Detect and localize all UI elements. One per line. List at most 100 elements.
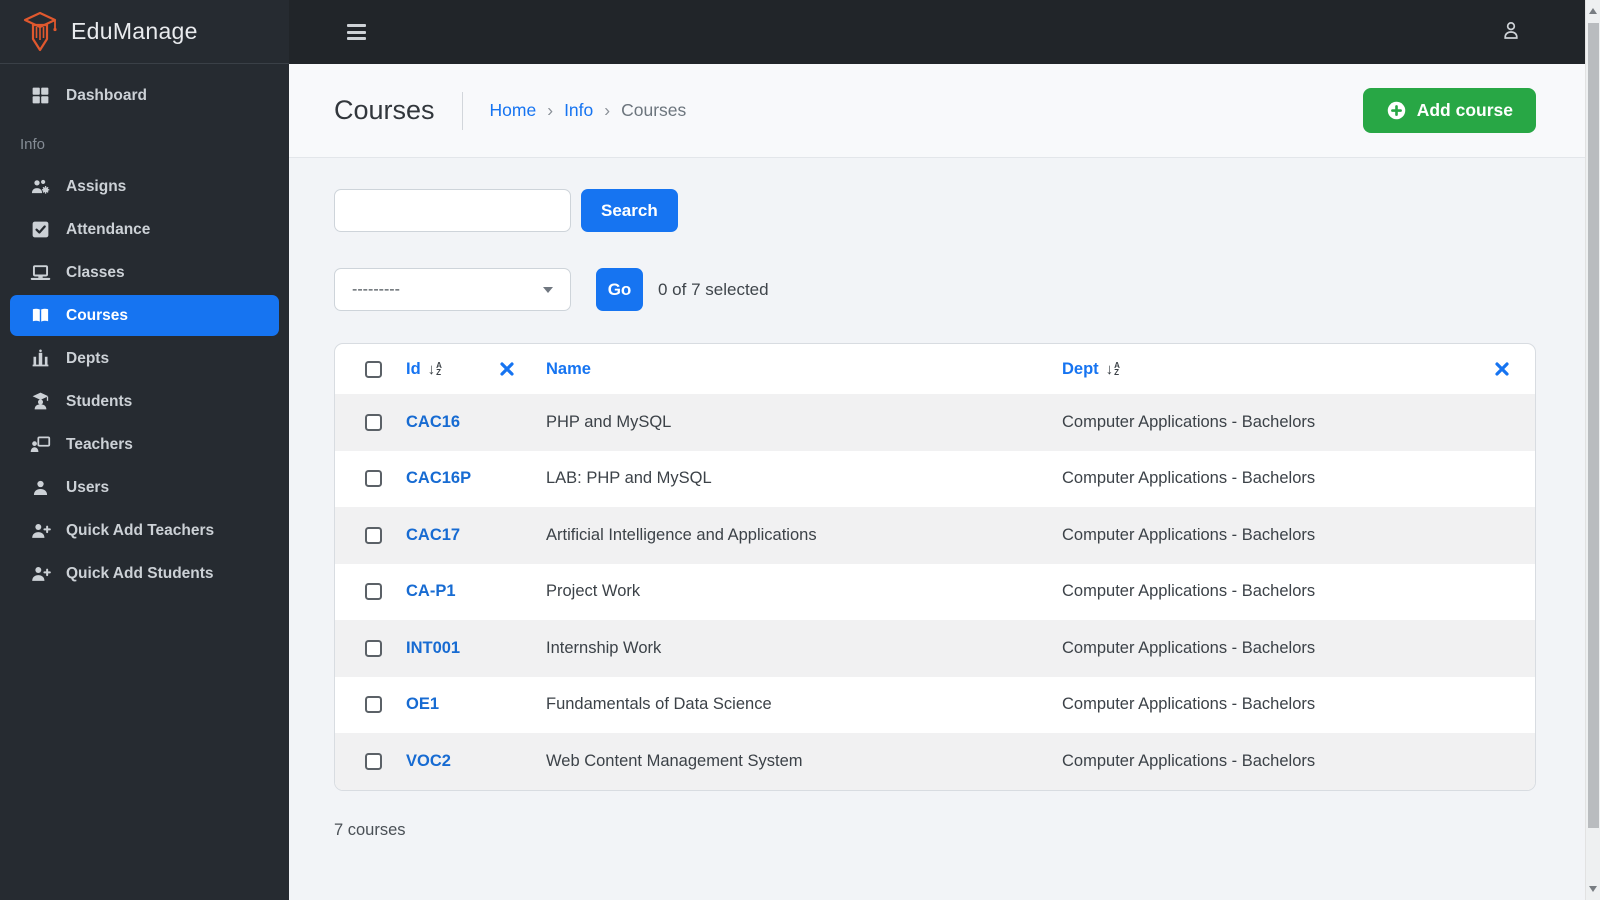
page-header: Courses Home › Info › Courses Add course: [289, 64, 1585, 158]
course-name: LAB: PHP and MySQL: [546, 469, 712, 488]
course-dept: Computer Applications - Bachelors: [1062, 751, 1316, 770]
sidebar-toggle-hamburger-icon[interactable]: [347, 24, 366, 40]
breadcrumb-separator: ›: [604, 100, 611, 120]
row-checkbox[interactable]: [365, 526, 382, 544]
course-id-link[interactable]: VOC2: [406, 752, 500, 771]
course-id-link[interactable]: CAC16P: [406, 469, 500, 488]
select-all-checkbox[interactable]: [365, 360, 382, 378]
presenter-icon: [30, 436, 51, 453]
user-menu[interactable]: [1499, 18, 1523, 47]
sidebar-item-dashboard[interactable]: Dashboard: [0, 74, 289, 117]
row-checkbox[interactable]: [365, 696, 382, 714]
breadcrumb: Home › Info › Courses: [490, 100, 687, 121]
sidebar-item-students[interactable]: Students: [0, 380, 289, 423]
graduate-icon: [32, 392, 49, 410]
course-name: Internship Work: [546, 638, 662, 657]
table-row: INT001 Internship Work Computer Applicat…: [335, 620, 1535, 677]
person-add-icon: [32, 567, 51, 581]
add-course-button[interactable]: Add course: [1362, 88, 1536, 133]
action-bar: --------- Go 0 of 7 selected: [334, 268, 1536, 311]
scrollbar-thumb[interactable]: [1587, 23, 1599, 828]
sidebar-item-label: Attendance: [66, 220, 151, 238]
sidebar-item-users[interactable]: Users: [0, 466, 289, 509]
sidebar-item-quick-add-students[interactable]: Quick Add Students: [0, 552, 289, 595]
table-summary: 7 courses: [334, 820, 406, 839]
sidebar-nav: Dashboard Info Assigns Attendance Classe…: [0, 64, 289, 595]
selection-status: 0 of 7 selected: [658, 279, 769, 299]
course-id-link[interactable]: INT001: [406, 639, 500, 658]
sidebar: EduManage Dashboard Info Assigns Attenda…: [0, 0, 289, 900]
column-header-id[interactable]: Id ↓ A Z: [406, 360, 500, 379]
sidebar-item-label: Assigns: [66, 177, 127, 195]
course-id-link[interactable]: CAC17: [406, 526, 500, 545]
title-divider: [461, 91, 463, 130]
breadcrumb-info-link[interactable]: Info: [564, 100, 593, 121]
add-course-label: Add course: [1416, 100, 1513, 120]
breadcrumb-separator: ›: [547, 100, 554, 120]
courses-table: Id ↓ A Z Name Dept ↓ A Z CAC16 PHP and M…: [334, 343, 1536, 791]
sidebar-item-label: Quick Add Students: [66, 564, 214, 582]
row-checkbox[interactable]: [365, 470, 382, 488]
sidebar-item-label: Teachers: [66, 435, 133, 453]
user-avatar-icon: [1504, 21, 1518, 39]
course-dept: Computer Applications - Bachelors: [1062, 469, 1316, 488]
breadcrumb-home-link[interactable]: Home: [490, 100, 537, 121]
search-input[interactable]: [334, 189, 571, 232]
action-select-value: ---------: [352, 280, 400, 298]
course-id-link[interactable]: CA-P1: [406, 582, 500, 601]
person-add-icon: [32, 524, 51, 538]
app-title: EduManage: [71, 18, 198, 44]
sidebar-item-assigns[interactable]: Assigns: [0, 165, 289, 208]
users-gear-icon: [31, 179, 50, 194]
column-header-name[interactable]: Name: [546, 360, 1062, 379]
sort-az-icon: ↓ A Z: [427, 360, 442, 378]
sidebar-item-label: Quick Add Teachers: [66, 521, 215, 539]
sidebar-item-label: Courses: [66, 306, 129, 324]
action-select[interactable]: ---------: [334, 268, 571, 311]
sidebar-item-label: Users: [66, 478, 110, 496]
table-row: VOC2 Web Content Management System Compu…: [335, 733, 1535, 790]
course-id-link[interactable]: OE1: [406, 695, 500, 714]
page-scrollbar[interactable]: [1585, 0, 1600, 900]
sidebar-item-label: Students: [66, 392, 133, 410]
app-window: EduManage Dashboard Info Assigns Attenda…: [0, 0, 1600, 900]
sidebar-item-attendance[interactable]: Attendance: [0, 208, 289, 251]
row-checkbox[interactable]: [365, 639, 382, 657]
scroll-down-arrow-icon[interactable]: [1586, 880, 1600, 898]
laptop-icon: [30, 265, 51, 280]
sidebar-item-label: Classes: [66, 263, 125, 281]
row-checkbox[interactable]: [365, 752, 382, 770]
page-title: Courses: [334, 95, 435, 125]
sidebar-item-depts[interactable]: Depts: [0, 337, 289, 380]
table-header-row: Id ↓ A Z Name Dept ↓ A Z: [335, 344, 1535, 394]
plus-circle-icon: [1387, 101, 1405, 120]
app-logo[interactable]: EduManage: [0, 0, 289, 64]
search-button[interactable]: Search: [581, 189, 678, 232]
dashboard-grid-icon: [32, 87, 49, 104]
row-checkbox[interactable]: [365, 583, 382, 601]
sort-az-icon: ↓ A Z: [1105, 360, 1120, 378]
course-name: Web Content Management System: [546, 751, 803, 770]
sidebar-item-courses[interactable]: Courses: [10, 295, 279, 336]
sidebar-item-quick-add-teachers[interactable]: Quick Add Teachers: [0, 509, 289, 552]
table-row: OE1 Fundamentals of Data Science Compute…: [335, 677, 1535, 734]
search-bar: Search: [334, 189, 1536, 232]
clear-sort-dept-icon[interactable]: [1458, 362, 1535, 376]
row-checkbox[interactable]: [365, 413, 382, 431]
clear-sort-id-icon[interactable]: [500, 362, 546, 376]
table-row: CAC16P LAB: PHP and MySQL Computer Appli…: [335, 451, 1535, 508]
topbar: [289, 0, 1585, 64]
go-button[interactable]: Go: [596, 268, 643, 311]
course-dept: Computer Applications - Bachelors: [1062, 412, 1316, 431]
sidebar-item-teachers[interactable]: Teachers: [0, 423, 289, 466]
course-id-link[interactable]: CAC16: [406, 413, 500, 432]
person-icon: [33, 480, 48, 496]
scroll-up-arrow-icon[interactable]: [1586, 2, 1600, 20]
sidebar-item-classes[interactable]: Classes: [0, 251, 289, 294]
checkbox-check-icon: [32, 221, 49, 238]
sidebar-item-label: Dashboard: [66, 86, 147, 104]
column-header-dept[interactable]: Dept ↓ A Z: [1062, 360, 1458, 379]
sidebar-item-label: Depts: [66, 349, 110, 367]
main-content: Courses Home › Info › Courses Add course: [289, 64, 1585, 900]
open-book-icon: [32, 308, 49, 323]
